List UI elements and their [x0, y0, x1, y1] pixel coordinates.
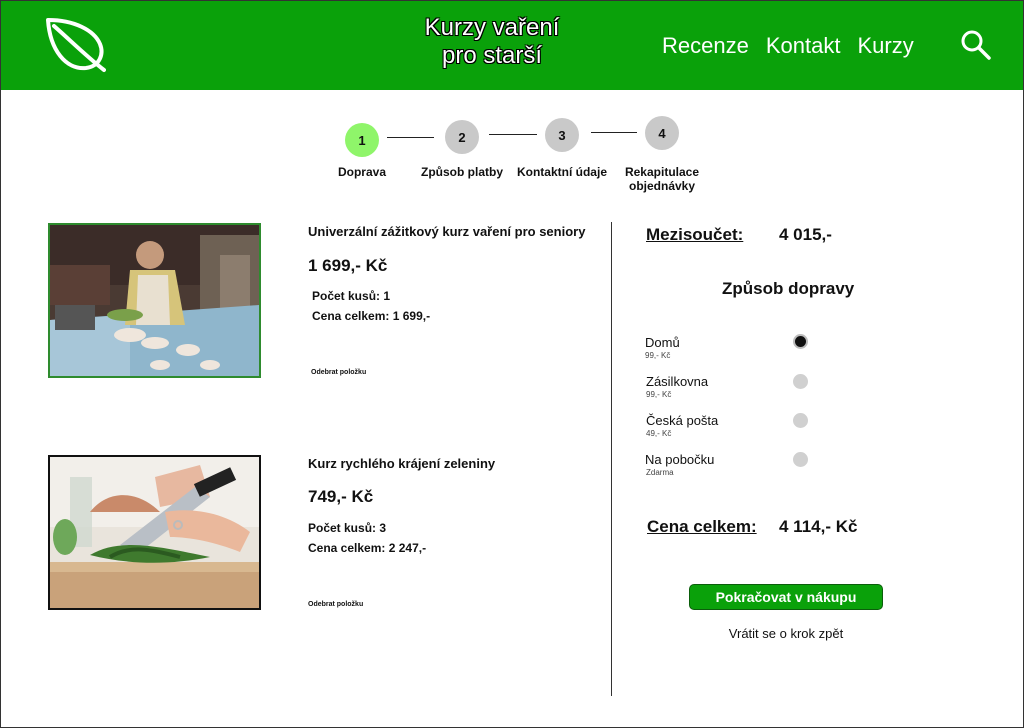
shipping-option-name: Zásilkovna — [646, 374, 709, 389]
woman-baking-photo — [48, 223, 261, 378]
remove-item-link[interactable]: Odebrat položku — [311, 369, 366, 376]
shipping-option-name: Na pobočku — [645, 452, 715, 467]
product-price: 1 699,- Kč — [308, 256, 388, 275]
shipping-radio[interactable] — [793, 413, 808, 428]
site-header: Kurzy vaření pro starší Recenze Kontakt … — [0, 0, 1024, 90]
main-nav: Recenze Kontakt Kurzy — [662, 32, 931, 60]
step-connector — [387, 137, 434, 138]
nav-link-kontakt[interactable]: Kontakt — [766, 32, 841, 60]
shipping-option-price: 99,- Kč — [646, 390, 672, 399]
product-name[interactable]: Univerzální zážitkový kurz vaření pro se… — [308, 224, 585, 239]
step-2-label: Způsob platby — [421, 165, 503, 179]
search-icon[interactable] — [960, 29, 992, 61]
step-connector — [591, 132, 637, 133]
shipping-option-name: Česká pošta — [646, 413, 719, 428]
subtotal-label: Mezisoučet: — [646, 225, 744, 244]
step-4-label-line2: objednávky — [628, 179, 696, 193]
shipping-radio[interactable] — [793, 452, 808, 467]
shipping-option-price: 49,- Kč — [646, 429, 672, 438]
product-quantity: Počet kusů: 3 — [308, 521, 387, 535]
remove-item-link[interactable]: Odebrat položku — [308, 601, 363, 608]
product-name[interactable]: Kurz rychlého krájení zeleniny — [308, 456, 495, 471]
nav-link-recenze[interactable]: Recenze — [662, 32, 749, 60]
step-4-label-line1: Rekapitulace — [624, 165, 700, 179]
column-divider — [611, 222, 612, 696]
shipping-title: Způsob dopravy — [722, 279, 855, 298]
product-price: 749,- Kč — [308, 487, 374, 506]
site-title-line1: Kurzy vaření — [424, 14, 560, 41]
shipping-radio-selected[interactable] — [793, 334, 808, 349]
shipping-radio[interactable] — [793, 374, 808, 389]
shipping-option-price: 99,- Kč — [645, 351, 671, 360]
step-3-circle[interactable]: 3 — [545, 118, 579, 152]
chopping-herbs-photo — [48, 455, 261, 610]
product-meta: Počet kusů: 3 Cena celkem: 2 247,- — [308, 518, 426, 558]
product-quantity: Počet kusů: 1 — [312, 289, 391, 303]
total-label: Cena celkem: — [647, 517, 757, 536]
step-4-circle[interactable]: 4 — [645, 116, 679, 150]
step-connector — [489, 134, 537, 135]
product-meta: Počet kusů: 1 Cena celkem: 1 699,- — [312, 286, 430, 326]
back-step-link[interactable]: Vrátit se o krok zpět — [700, 626, 872, 641]
nav-link-kurzy[interactable]: Kurzy — [857, 32, 913, 60]
total-value: 4 114,- Kč — [779, 517, 858, 536]
shipping-option-price: Zdarma — [646, 468, 674, 477]
step-4-label: Rekapitulace objednávky — [612, 165, 712, 193]
site-title-line2: pro starší — [441, 42, 543, 69]
site-title: Kurzy vaření pro starší — [418, 14, 566, 70]
step-2-circle[interactable]: 2 — [445, 120, 479, 154]
continue-shopping-button[interactable]: Pokračovat v nákupu — [689, 584, 883, 610]
leaf-logo-icon[interactable] — [44, 16, 106, 74]
product-total: Cena celkem: 2 247,- — [308, 541, 427, 555]
subtotal-value: 4 015,- — [779, 225, 832, 244]
shipping-option-name: Domů — [645, 335, 680, 350]
step-1-label: Doprava — [337, 165, 387, 179]
step-1-circle[interactable]: 1 — [345, 123, 379, 157]
step-3-label: Kontaktní údaje — [516, 165, 607, 179]
product-total: Cena celkem: 1 699,- — [312, 309, 431, 323]
